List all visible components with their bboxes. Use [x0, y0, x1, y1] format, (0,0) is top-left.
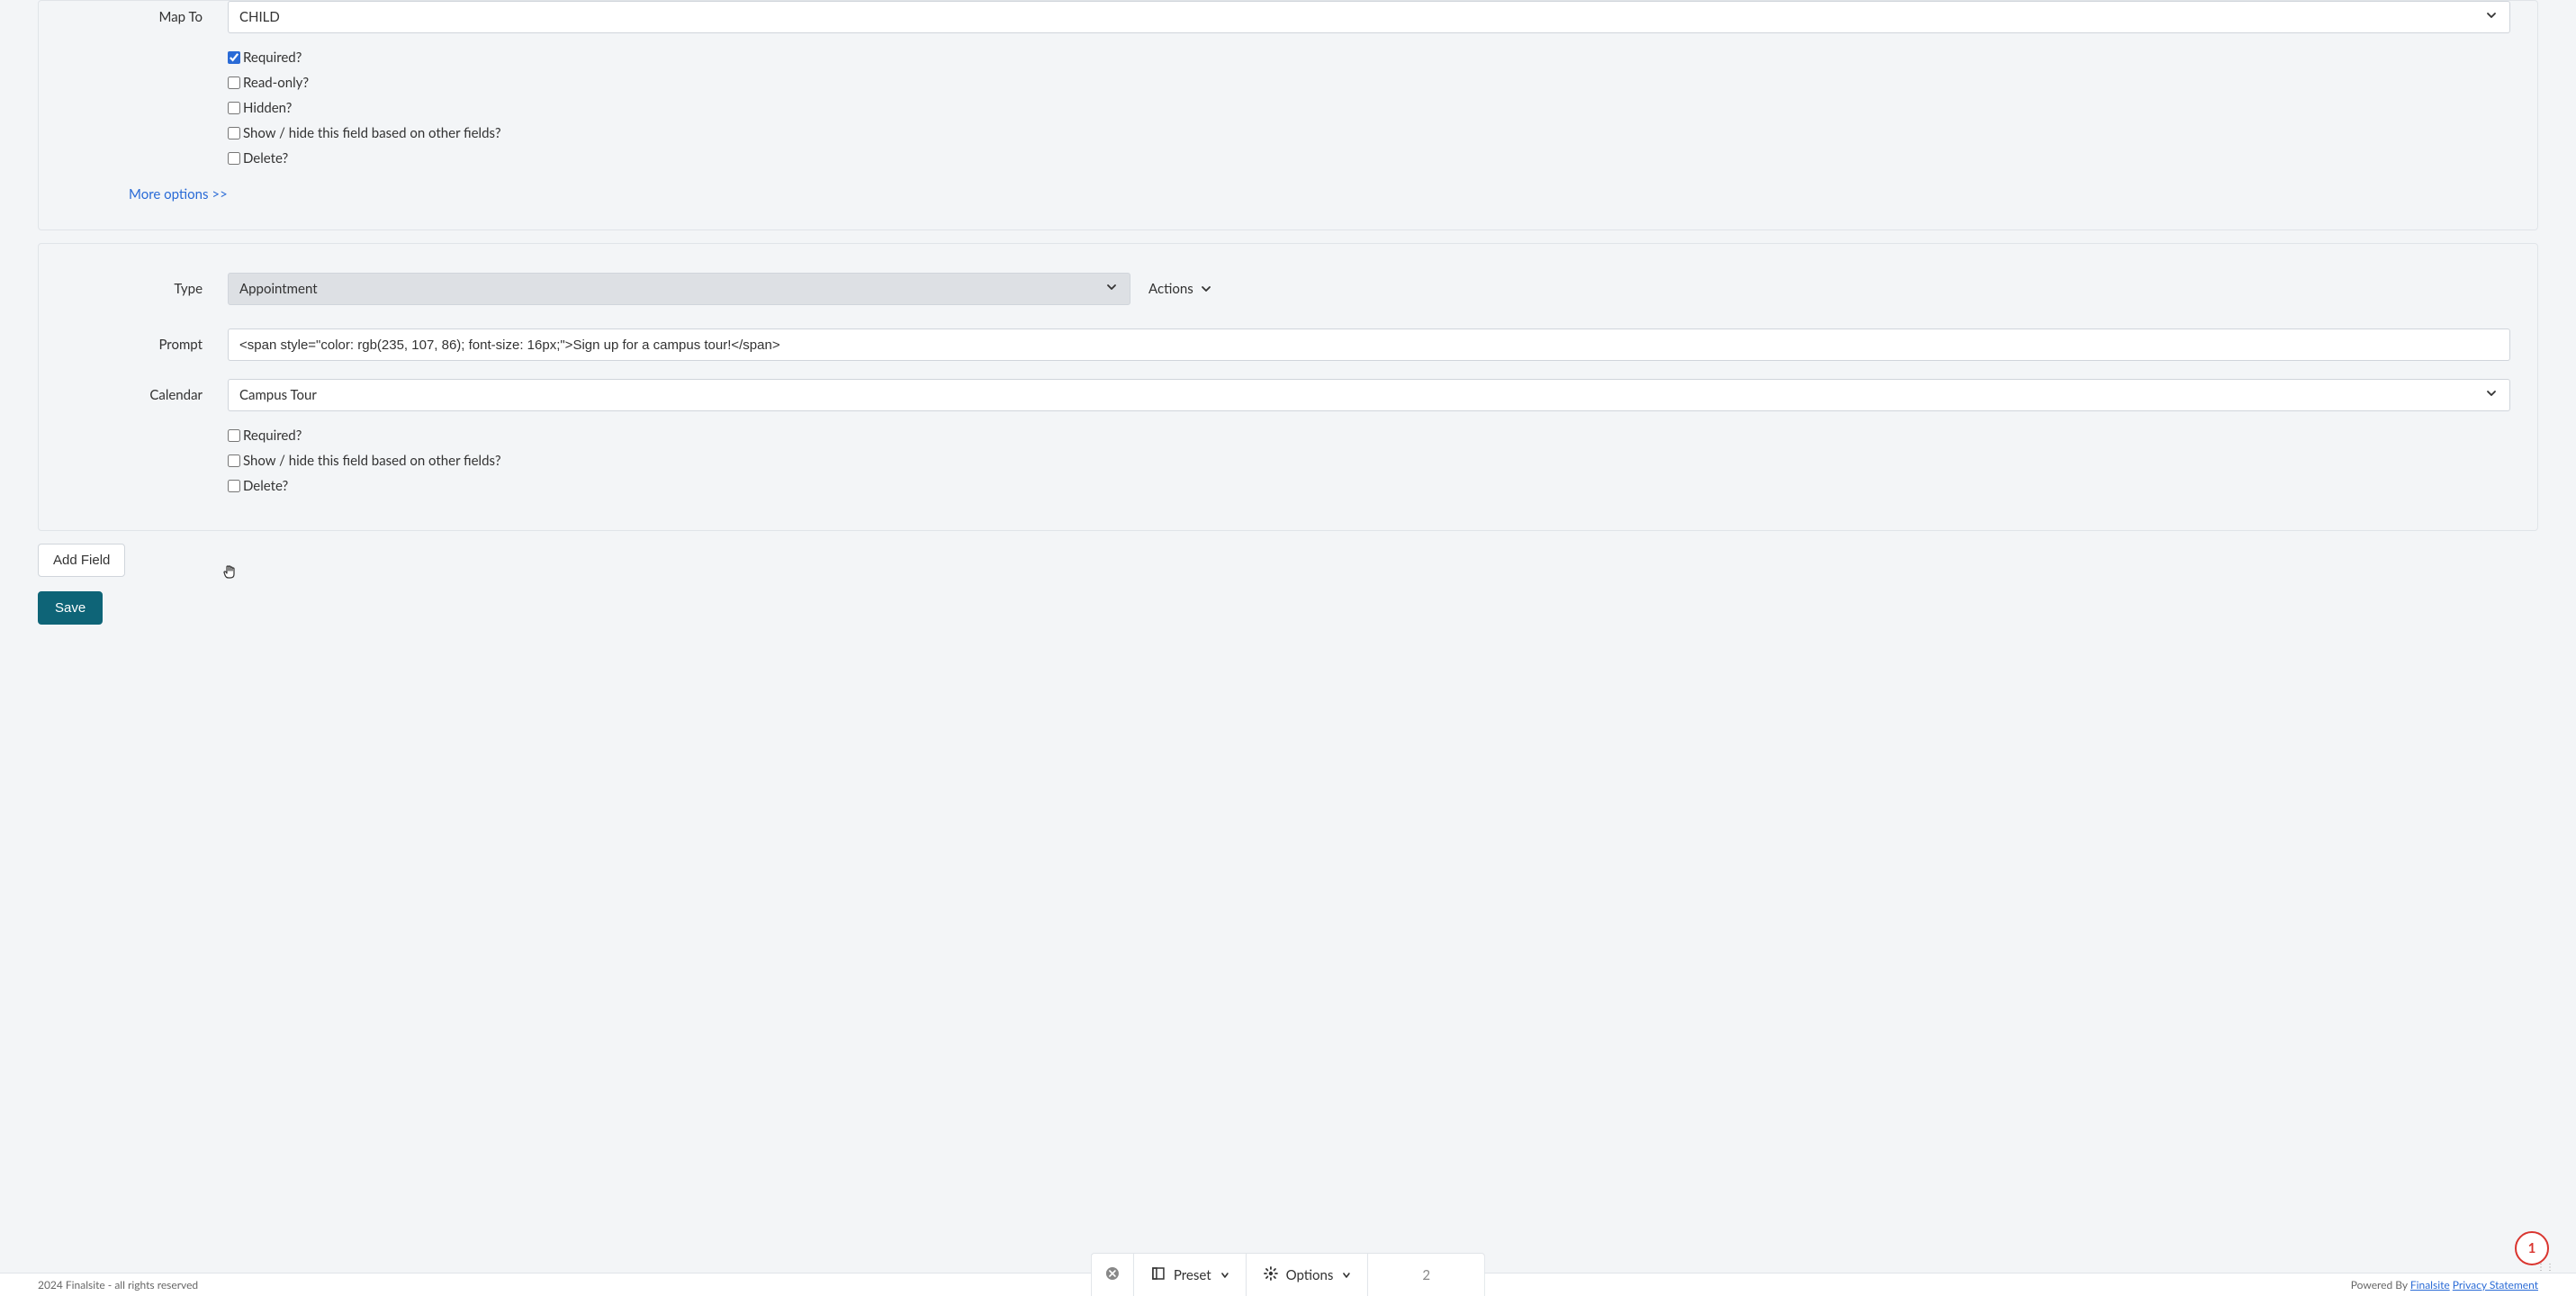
badge-count: 1: [2528, 1240, 2536, 1256]
toolbar-preset-label: Preset: [1174, 1267, 1211, 1283]
more-options-link[interactable]: More options >>: [129, 186, 228, 202]
hidden-label: Hidden?: [243, 100, 292, 116]
show-hide-checkbox[interactable]: [228, 127, 240, 140]
prompt-input[interactable]: [228, 328, 2510, 361]
read-only-checkbox[interactable]: [228, 76, 240, 89]
save-button[interactable]: Save: [38, 591, 103, 625]
calendar-label: Calendar: [66, 387, 228, 403]
required-label-2: Required?: [243, 428, 302, 444]
privacy-link[interactable]: Privacy Statement: [2453, 1278, 2538, 1292]
read-only-label: Read-only?: [243, 75, 309, 91]
close-circle-icon: [1104, 1265, 1121, 1285]
delete-checkbox-2[interactable]: [228, 480, 240, 492]
chevron-down-icon: [1342, 1271, 1351, 1280]
add-field-button[interactable]: Add Field: [38, 544, 125, 577]
toolbar-options-label: Options: [1286, 1267, 1334, 1283]
preset-icon: [1150, 1265, 1166, 1285]
gear-icon: [1263, 1265, 1279, 1285]
page-number: 2: [1422, 1267, 1430, 1283]
delete-label: Delete?: [243, 150, 288, 166]
toolbar-close[interactable]: [1092, 1254, 1134, 1296]
map-to-select[interactable]: CHILD: [228, 1, 2510, 33]
show-hide-checkbox-2[interactable]: [228, 454, 240, 467]
required-checkbox-2[interactable]: [228, 429, 240, 442]
hidden-checkbox[interactable]: [228, 102, 240, 114]
toolbar-preset[interactable]: Preset: [1134, 1254, 1247, 1296]
required-checkbox[interactable]: [228, 51, 240, 64]
chevron-down-icon: [1220, 1271, 1229, 1280]
type-select[interactable]: Appointment: [228, 273, 1130, 305]
chevron-down-icon: [1201, 284, 1211, 294]
field-card-1: Map To CHILD Required? Read-only?: [38, 0, 2538, 230]
toolbar-options[interactable]: Options: [1247, 1254, 1369, 1296]
resize-handle-icon[interactable]: ⋮⋮: [2536, 1262, 2554, 1273]
toolbar-page-number[interactable]: 2: [1368, 1254, 1484, 1296]
show-hide-label-2: Show / hide this field based on other fi…: [243, 453, 501, 469]
calendar-select[interactable]: Campus Tour: [228, 379, 2510, 411]
finalsite-link[interactable]: Finalsite: [2410, 1278, 2450, 1292]
notification-badge[interactable]: 1: [2515, 1231, 2549, 1265]
bottom-toolbar: Preset Options 2: [1091, 1253, 1485, 1296]
field-card-2: Type Appointment Actions Prompt Calendar: [38, 243, 2538, 531]
delete-checkbox[interactable]: [228, 152, 240, 165]
footer-right: Powered By Finalsite Privacy Statement: [2351, 1278, 2538, 1292]
actions-label: Actions: [1148, 281, 1193, 297]
actions-dropdown[interactable]: Actions: [1130, 281, 1211, 297]
footer-copyright: 2024 Finalsite - all rights reserved: [38, 1278, 198, 1292]
prompt-label: Prompt: [66, 337, 228, 353]
required-label: Required?: [243, 50, 302, 66]
delete-label-2: Delete?: [243, 478, 288, 494]
map-to-label: Map To: [66, 9, 228, 25]
type-label: Type: [66, 281, 228, 297]
show-hide-label: Show / hide this field based on other fi…: [243, 125, 501, 141]
